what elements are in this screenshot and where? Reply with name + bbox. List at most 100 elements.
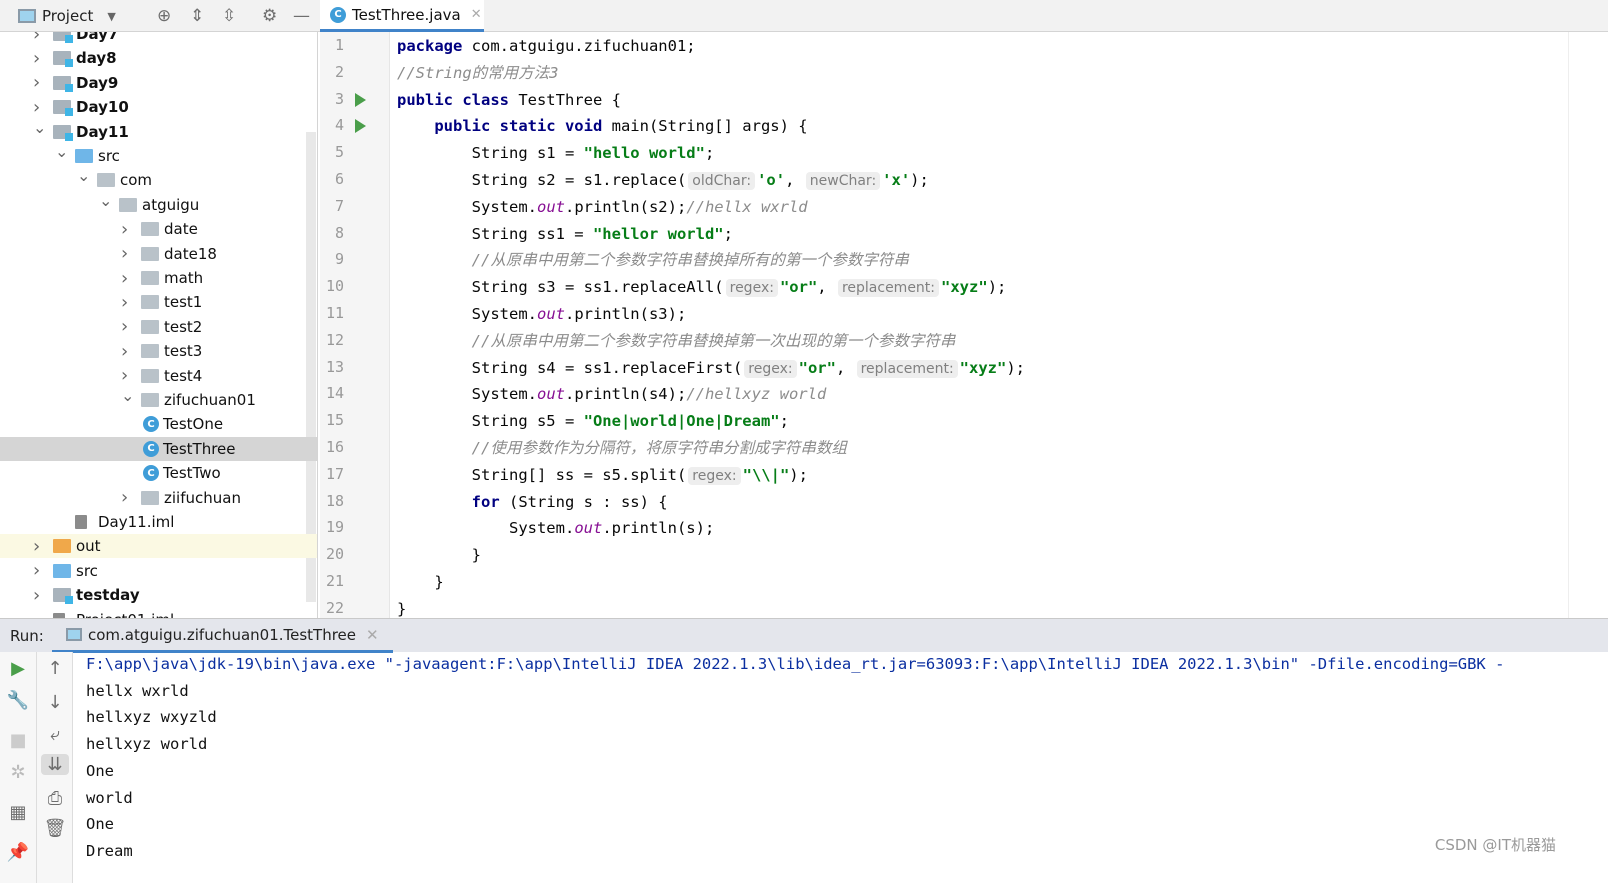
tree-item-label: src — [98, 147, 120, 165]
tree-item[interactable]: › out — [0, 534, 317, 559]
parameter-hint: oldChar: — [688, 172, 756, 190]
soft-wrap-icon[interactable]: ⤶ — [37, 724, 73, 745]
package-icon — [141, 222, 159, 237]
console-line: hellxyz wxyzld — [86, 708, 217, 727]
code-editor[interactable]: package com.atguigu.zifuchuan01; //String… — [390, 32, 1568, 618]
tree-item[interactable]: › date18 — [0, 242, 317, 266]
tree-item[interactable]: C TestTwo — [0, 461, 317, 485]
layout-icon[interactable]: ▦ — [0, 802, 36, 823]
expand-all-icon[interactable]: ⇕ — [190, 6, 204, 26]
trash-icon[interactable]: 🗑 — [37, 818, 73, 839]
chevron-right-icon[interactable]: › — [33, 32, 45, 45]
tree-item[interactable]: › Day7 — [0, 32, 317, 46]
chevron-right-icon[interactable]: › — [121, 268, 133, 289]
parameter-hint: regex: — [744, 359, 797, 378]
tree-item[interactable]: › Day9 — [0, 71, 317, 95]
tree-item[interactable]: ⌄ com — [0, 166, 317, 192]
scroll-to-end-icon[interactable]: ⇊ — [41, 754, 69, 775]
editor-scrollbar[interactable] — [1568, 32, 1608, 618]
code-token: String s2 = s1.replace( — [397, 171, 687, 189]
code-line: package com.atguigu.zifuchuan01; — [397, 33, 696, 59]
tab-testthree-java[interactable]: C TestThree.java ✕ — [320, 0, 484, 32]
wrench-icon[interactable]: 🔧 — [0, 690, 36, 711]
code-token: //String的常用方法3 — [397, 63, 559, 82]
code-token: //使用参数作为分隔符，将原字符串分割成字符串数组 — [471, 439, 847, 457]
debug-icon[interactable]: ✲ — [0, 762, 36, 783]
tree-item-label: Day10 — [76, 98, 129, 117]
tree-item[interactable]: Day11.iml — [0, 510, 317, 534]
line-number: 4 — [334, 116, 344, 135]
chevron-down-icon[interactable]: ⌄ — [99, 191, 112, 210]
package-icon — [119, 197, 137, 212]
line-number: 22 — [325, 598, 344, 617]
run-label: Run: — [10, 627, 44, 645]
tree-item[interactable]: › ziifuchuan — [0, 486, 317, 510]
chevron-right-icon[interactable]: › — [33, 48, 45, 69]
close-icon[interactable]: ✕ — [471, 7, 482, 22]
chevron-right-icon[interactable]: › — [121, 365, 133, 386]
arrow-up-icon[interactable]: ↑ — [37, 658, 73, 679]
tree-item[interactable]: › src — [0, 559, 317, 583]
chevron-right-icon[interactable]: › — [121, 292, 133, 313]
print-icon[interactable]: ⎙ — [37, 788, 73, 809]
package-icon — [141, 271, 159, 285]
tree-item[interactable]: C TestOne — [0, 412, 317, 436]
run-tab[interactable]: com.atguigu.zifuchuan01.TestThree ✕ — [52, 619, 393, 653]
gear-icon[interactable]: ⚙ — [262, 6, 277, 26]
chevron-right-icon[interactable]: › — [121, 219, 133, 240]
chevron-right-icon[interactable]: › — [33, 560, 45, 581]
chevron-down-icon[interactable]: ⌄ — [121, 386, 134, 405]
tree-item[interactable]: › math — [0, 266, 317, 290]
line-number: 1 — [334, 36, 344, 54]
tree-item[interactable]: › test1 — [0, 290, 317, 314]
hide-icon[interactable]: — — [293, 6, 310, 26]
collapse-all-icon[interactable]: ⇳ — [222, 6, 236, 26]
chevron-down-icon[interactable]: ⌄ — [33, 118, 46, 137]
chevron-down-icon[interactable]: ⌄ — [77, 166, 90, 185]
chevron-down-icon[interactable]: ⌄ — [55, 142, 68, 161]
tree-item[interactable]: ⌄ zifuchuan01 — [0, 386, 317, 412]
tree-item[interactable]: C TestThree — [0, 436, 317, 461]
locate-icon[interactable]: ⊕ — [157, 6, 171, 26]
tree-item[interactable]: ⌄ src — [0, 142, 317, 168]
tree-item[interactable]: › day8 — [0, 46, 317, 70]
code-token: String s3 = ss1.replaceAll( — [397, 278, 724, 297]
run-gutter-icon[interactable] — [355, 119, 366, 134]
run-toolbar: ▶ 🔧 ■ ✲ ▦ 📌 — [0, 652, 37, 883]
iml-file-icon — [75, 515, 87, 529]
line-number: 19 — [325, 518, 344, 537]
console-output[interactable]: F:\app\java\jdk-19\bin\java.exe "-javaag… — [86, 652, 1608, 883]
code-token: main(String[] args) { — [602, 117, 808, 136]
code-token: "One|world|One|Dream" — [583, 412, 780, 431]
tree-item[interactable]: ⌄ atguigu — [0, 191, 317, 217]
close-icon[interactable]: ✕ — [366, 626, 379, 644]
chevron-right-icon[interactable]: › — [121, 341, 133, 362]
module-folder-icon — [53, 588, 73, 605]
pin-icon[interactable]: 📌 — [0, 842, 36, 863]
tree-item[interactable]: Project01.iml — [0, 608, 317, 618]
code-token: .println(s2); — [564, 197, 687, 216]
console-icon — [66, 628, 82, 641]
chevron-right-icon[interactable]: › — [121, 243, 133, 264]
tree-item[interactable]: › test3 — [0, 339, 317, 363]
chevron-right-icon[interactable]: › — [33, 72, 45, 93]
console-line: hellx wxrld — [86, 681, 189, 700]
chevron-right-icon[interactable]: › — [33, 585, 45, 606]
chevron-right-icon[interactable]: › — [121, 487, 133, 508]
run-gutter-icon[interactable] — [355, 92, 366, 107]
tree-item[interactable]: › test2 — [0, 315, 317, 339]
tree-item[interactable]: › date — [0, 217, 317, 241]
tree-item[interactable]: › testday — [0, 583, 317, 607]
tree-item[interactable]: › test4 — [0, 364, 317, 388]
stop-icon[interactable]: ■ — [0, 730, 36, 751]
chevron-right-icon[interactable]: › — [33, 97, 45, 118]
line-number: 15 — [325, 411, 344, 430]
code-token: TestThree { — [508, 90, 621, 109]
tree-item[interactable]: ⌄ Day11 — [0, 118, 317, 144]
arrow-down-icon[interactable]: ↓ — [37, 692, 73, 713]
chevron-right-icon[interactable]: › — [33, 536, 45, 557]
rerun-icon[interactable]: ▶ — [0, 658, 36, 679]
tree-item-label: date — [164, 220, 198, 239]
tree-item[interactable]: › Day10 — [0, 95, 317, 119]
chevron-right-icon[interactable]: › — [121, 316, 133, 337]
